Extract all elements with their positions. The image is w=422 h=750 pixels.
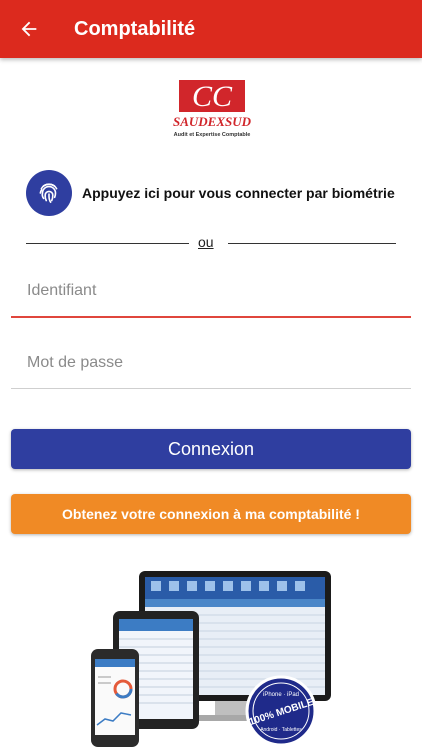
- divider-text: ou: [198, 234, 214, 250]
- password-field-wrapper: [11, 337, 411, 389]
- fingerprint-button[interactable]: [26, 170, 72, 216]
- divider-line: [228, 243, 396, 244]
- biometric-label: Appuyez ici pour vous connecter par biom…: [82, 185, 395, 201]
- app-bar: Comptabilité: [0, 0, 422, 58]
- biometric-login[interactable]: Appuyez ici pour vous connecter par biom…: [26, 170, 406, 216]
- svg-text:CC: CC: [192, 80, 233, 113]
- identifiant-field-wrapper: [11, 266, 411, 318]
- svg-text:iPhone · iPad: iPhone · iPad: [263, 692, 299, 698]
- arrow-left-icon: [21, 21, 37, 37]
- connexion-button[interactable]: Connexion: [11, 429, 411, 469]
- or-divider: ou: [26, 233, 396, 253]
- svg-text:Android · Tablettes: Android · Tablettes: [260, 727, 302, 733]
- get-access-button[interactable]: Obtenez votre connexion à ma comptabilit…: [11, 494, 411, 534]
- identifiant-input[interactable]: [11, 266, 411, 316]
- devices-illustration: iPhone · iPad 100% MOBILE Android · Tabl…: [85, 565, 335, 750]
- back-button[interactable]: [0, 0, 58, 58]
- page-title: Comptabilité: [74, 17, 196, 40]
- divider-line: [26, 243, 189, 244]
- svg-text:Audit et Expertise Comptable: Audit et Expertise Comptable: [174, 132, 251, 138]
- svg-text:SAUDEXSUD: SAUDEXSUD: [173, 114, 252, 129]
- company-logo: CC SAUDEXSUD Audit et Expertise Comptabl…: [171, 80, 253, 138]
- fingerprint-icon: [39, 183, 58, 204]
- password-input[interactable]: [11, 337, 411, 388]
